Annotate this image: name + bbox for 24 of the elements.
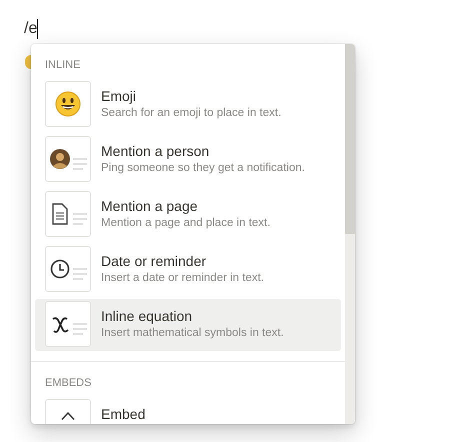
section-header: INLINE (44, 58, 82, 73)
item-description: Ping someone so they get a notification. (101, 162, 305, 174)
item-title: Mention a person (101, 143, 210, 159)
item-description: Insert a date or reminder in text. (101, 272, 264, 284)
menu-item[interactable]: Inline equation Insert mathematical symbols in text. (35, 299, 341, 351)
menu-item[interactable]: Mention a person Ping someone so they get a notification. (35, 134, 341, 186)
item-title: Inline equation (101, 308, 194, 324)
text-caret (37, 19, 38, 39)
typed-command: /e (24, 19, 38, 39)
smiley-icon (55, 91, 81, 117)
item-description: Mention a page and place in text. (101, 217, 270, 229)
item-title: Emoji (101, 88, 138, 104)
item-title: Date or reminder (101, 253, 208, 269)
menu-item[interactable]: Embed (35, 397, 341, 424)
scrollbar-thumb[interactable] (345, 44, 355, 234)
section-header: EMBEDS (44, 376, 92, 391)
item-description: Insert mathematical symbols in text. (101, 327, 284, 339)
menu-item[interactable]: Emoji Search for an emoji to place in text. (35, 79, 341, 131)
item-title: Mention a page (101, 198, 199, 214)
scrollbar-track[interactable] (345, 44, 355, 424)
item-description: Search for an emoji to place in text. (101, 107, 282, 119)
item-title: Embed (101, 406, 146, 422)
menu-item[interactable]: Mention a page Mention a page and place in text. (35, 189, 341, 241)
menu-item[interactable]: Date or reminder Insert a date or reminder in text. (35, 244, 341, 296)
